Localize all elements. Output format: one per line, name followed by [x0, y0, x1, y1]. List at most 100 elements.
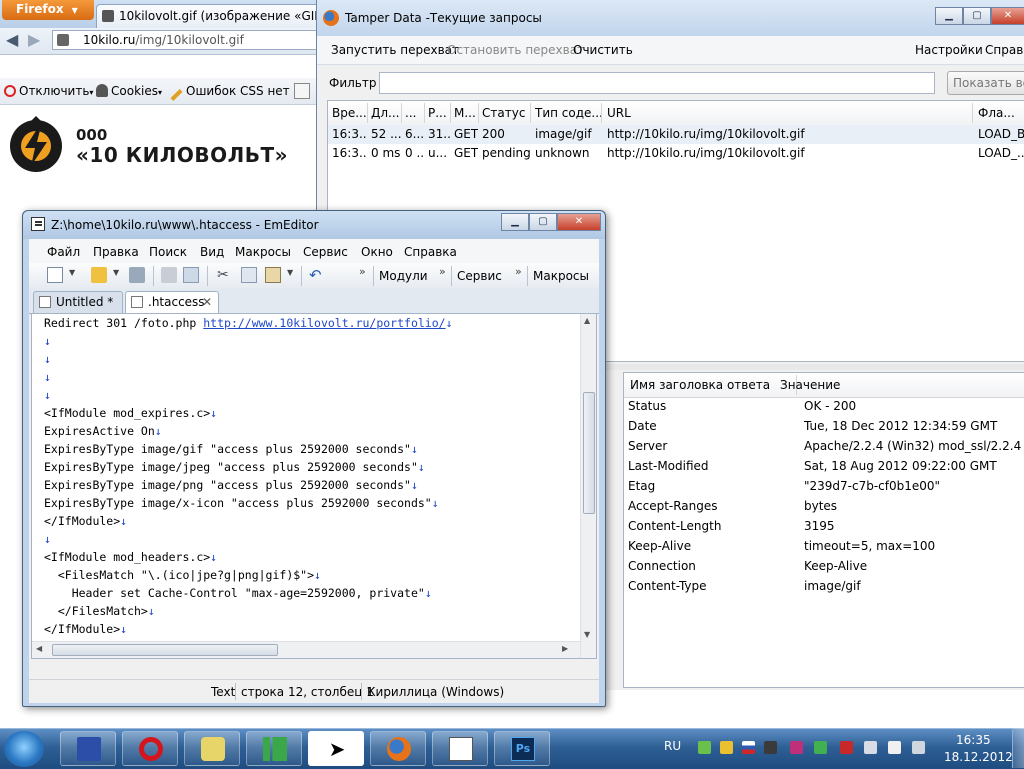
tray-app-icon[interactable]: [814, 741, 827, 754]
print-preview-icon[interactable]: [183, 267, 199, 283]
start-button[interactable]: [4, 731, 44, 767]
column-header[interactable]: Тип соде...: [535, 106, 603, 120]
column-header[interactable]: Вре...: [332, 106, 366, 120]
column-header[interactable]: URL: [607, 106, 967, 120]
horizontal-scrollbar[interactable]: ◀ ▶: [32, 641, 580, 658]
table-row[interactable]: 16:3... 52 ... 6... 31... GET 200 image/…: [328, 125, 1024, 144]
network-icon[interactable]: [864, 741, 877, 754]
volume-icon[interactable]: [912, 741, 925, 754]
taskbar-chart-app[interactable]: [246, 731, 302, 766]
firefox-tab[interactable]: 10kilovolt.gif (изображение «GIF», 2: [96, 4, 326, 28]
table-row[interactable]: Server Apache/2.2.4 (Win32) mod_ssl/2.2.4…: [624, 437, 1024, 457]
maximize-button[interactable]: ▢: [529, 213, 557, 231]
table-row[interactable]: Last-Modified Sat, 18 Aug 2012 09:22:00 G…: [624, 457, 1024, 477]
scroll-up-icon[interactable]: ▲: [584, 316, 590, 325]
macros-toolbar-label[interactable]: Макросы: [533, 269, 589, 283]
cut-icon[interactable]: ✂: [217, 267, 233, 283]
status-encoding[interactable]: Кириллица (Windows): [367, 685, 504, 699]
header-name-column[interactable]: Имя заголовка ответа: [630, 378, 770, 392]
scroll-right-icon[interactable]: ▶: [562, 644, 568, 653]
stop-intercept-button[interactable]: Остановить перехват: [447, 43, 584, 57]
tab-untitled[interactable]: Untitled *: [33, 291, 123, 313]
open-folder-icon[interactable]: [91, 267, 107, 283]
taskbar-firefox-app[interactable]: [370, 731, 426, 766]
disable-menu[interactable]: Отключить▾: [4, 84, 93, 98]
show-desktop-button[interactable]: [1012, 728, 1024, 768]
taskbar-notepad-app[interactable]: [432, 731, 488, 766]
new-file-icon[interactable]: [47, 267, 63, 283]
undo-icon[interactable]: ↶: [309, 267, 325, 283]
firefox-menu-button[interactable]: Firefox ▼: [2, 0, 94, 20]
tray-app-icon[interactable]: [720, 741, 733, 754]
menu-file[interactable]: Файл: [47, 245, 80, 259]
chevron-down-icon[interactable]: ▼: [113, 268, 119, 277]
close-tab-icon[interactable]: ✕: [202, 292, 212, 312]
table-row[interactable]: Etag "239d7-c7b-cf0b1e00": [624, 477, 1024, 497]
russian-flag-icon[interactable]: [742, 741, 755, 754]
print-icon[interactable]: [161, 267, 177, 283]
settings-button[interactable]: Настройки: [915, 43, 983, 57]
toolbar-list-icon[interactable]: [294, 83, 310, 99]
column-header[interactable]: Дл...: [371, 106, 401, 120]
tray-app-icon[interactable]: [698, 741, 711, 754]
table-row[interactable]: Accept-Ranges bytes: [624, 497, 1024, 517]
column-header[interactable]: Р...: [428, 106, 450, 120]
scroll-down-icon[interactable]: ▼: [584, 630, 590, 639]
column-header[interactable]: Фла...: [978, 106, 1018, 120]
horizontal-scroll-thumb[interactable]: [52, 644, 278, 656]
table-row[interactable]: Keep-Alive timeout=5, max=100: [624, 537, 1024, 557]
filter-input[interactable]: [379, 72, 935, 94]
paste-icon[interactable]: [265, 267, 281, 283]
menu-search[interactable]: Поиск: [149, 245, 187, 259]
back-arrow-icon[interactable]: ◀: [6, 30, 18, 49]
show-all-button[interactable]: Показать все: [947, 71, 1024, 95]
language-indicator[interactable]: RU: [664, 739, 681, 753]
start-intercept-button[interactable]: Запустить перехват: [331, 43, 459, 57]
tray-app-icon[interactable]: [840, 741, 853, 754]
menu-edit[interactable]: Правка: [93, 245, 139, 259]
help-button[interactable]: Справк: [985, 43, 1024, 57]
column-header[interactable]: Статус: [482, 106, 532, 120]
table-row[interactable]: Content-Type image/gif: [624, 577, 1024, 597]
chevron-right-icon[interactable]: »: [515, 265, 522, 278]
forward-arrow-icon[interactable]: ▶: [28, 30, 40, 49]
clock-time[interactable]: 16:35: [956, 733, 991, 747]
taskbar-cursor-app[interactable]: ➤: [308, 731, 364, 766]
header-value-column[interactable]: Значение: [780, 378, 840, 392]
chevron-right-icon[interactable]: »: [359, 265, 366, 278]
taskbar-pidgin-app[interactable]: [184, 731, 240, 766]
modules-toolbar-label[interactable]: Модули: [379, 269, 428, 283]
tray-app-icon[interactable]: [764, 741, 777, 754]
chevron-down-icon[interactable]: ▼: [69, 268, 75, 277]
cookies-menu[interactable]: Cookies▾: [96, 84, 162, 98]
vertical-scroll-thumb[interactable]: [583, 392, 595, 514]
tray-app-icon[interactable]: [790, 741, 803, 754]
maximize-button[interactable]: ▢: [963, 7, 991, 25]
clock-date[interactable]: 18.12.2012: [944, 750, 1013, 764]
table-row[interactable]: Content-Length 3195: [624, 517, 1024, 537]
service-toolbar-label[interactable]: Сервис: [457, 269, 502, 283]
menu-service[interactable]: Сервис: [303, 245, 348, 259]
css-errors-menu[interactable]: Ошибок CSS нет: [170, 84, 290, 102]
table-row[interactable]: 16:3... 0 ms 0 ... u... GET pending unkn…: [328, 144, 1024, 163]
column-header[interactable]: ...: [405, 106, 425, 120]
table-row[interactable]: Status OK - 200: [624, 397, 1024, 417]
action-center-flag-icon[interactable]: [888, 741, 901, 754]
table-row[interactable]: Date Tue, 18 Dec 2012 12:34:59 GMT: [624, 417, 1024, 437]
menu-window[interactable]: Окно: [361, 245, 393, 259]
editor-text-area[interactable]: Redirect 301 /foto.php http://www.10kilo…: [31, 313, 597, 659]
minimize-button[interactable]: ▁: [501, 213, 529, 231]
vertical-scrollbar[interactable]: ▲ ▼: [580, 314, 596, 658]
taskbar-save-app[interactable]: [60, 731, 116, 766]
menu-view[interactable]: Вид: [200, 245, 224, 259]
close-button[interactable]: ✕: [557, 213, 601, 231]
column-header[interactable]: М...: [454, 106, 478, 120]
menu-help[interactable]: Справка: [404, 245, 457, 259]
copy-icon[interactable]: [241, 267, 257, 283]
close-button[interactable]: ✕: [991, 7, 1024, 25]
tab-htaccess[interactable]: .htaccess ✕: [125, 291, 219, 314]
chevron-down-icon[interactable]: ▼: [287, 268, 293, 277]
minimize-button[interactable]: ▁: [935, 7, 963, 25]
portfolio-link[interactable]: http://www.10kilovolt.ru/portfolio/: [203, 316, 445, 330]
url-bar[interactable]: 10kilo.ru/img/10kilovolt.gif: [52, 30, 324, 50]
